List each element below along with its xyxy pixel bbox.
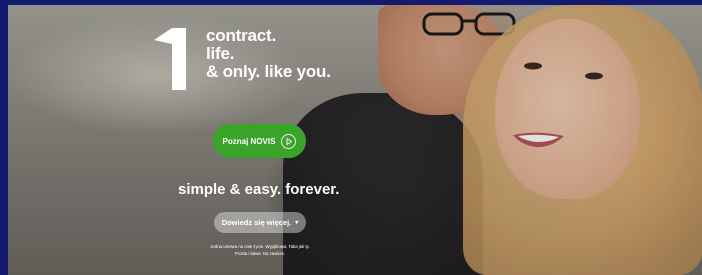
hero-photo-woman-eye-left xyxy=(524,62,542,70)
hero-photo-man-face xyxy=(378,5,503,115)
hero-slogan: simple & easy. forever. xyxy=(178,181,340,198)
hero-photo-woman-hair xyxy=(463,5,702,275)
cta-label: Poznaj NOVIS xyxy=(222,136,276,146)
play-circle-icon xyxy=(281,133,297,149)
hero-tagline: contract. life. & only. like you. xyxy=(206,27,331,81)
fine-print: Jedna umowa na całe życie. Wyjątkowa. Ta… xyxy=(190,244,330,257)
hero-photo-woman-face xyxy=(495,19,640,199)
novis-1-logo-icon xyxy=(154,28,186,90)
learn-more-label: Dowiedz się więcej. xyxy=(221,218,292,227)
hero-section xyxy=(8,5,702,275)
chevron-down-icon: ▾ xyxy=(295,219,299,226)
tagline-line-3: & only. like you. xyxy=(206,62,331,81)
page-frame: contract. life. & only. like you. Poznaj… xyxy=(0,0,702,275)
hero-photo-woman-eye-right xyxy=(585,72,603,80)
tagline-line-1: contract. xyxy=(206,26,276,45)
learn-more-button[interactable]: Dowiedz się więcej. ▾ xyxy=(214,212,306,233)
hero-photo-woman-smile xyxy=(513,132,564,148)
hero-photo-glasses xyxy=(422,12,516,36)
fine-print-line-1: Jedna umowa na całe życie. Wyjątkowa. Ta… xyxy=(210,244,310,249)
poznaj-novis-button[interactable]: Poznaj NOVIS xyxy=(213,124,306,158)
fine-print-line-2: Prosta i łatwa. Na zawsze. xyxy=(234,250,286,256)
tagline-line-2: life. xyxy=(206,44,235,63)
